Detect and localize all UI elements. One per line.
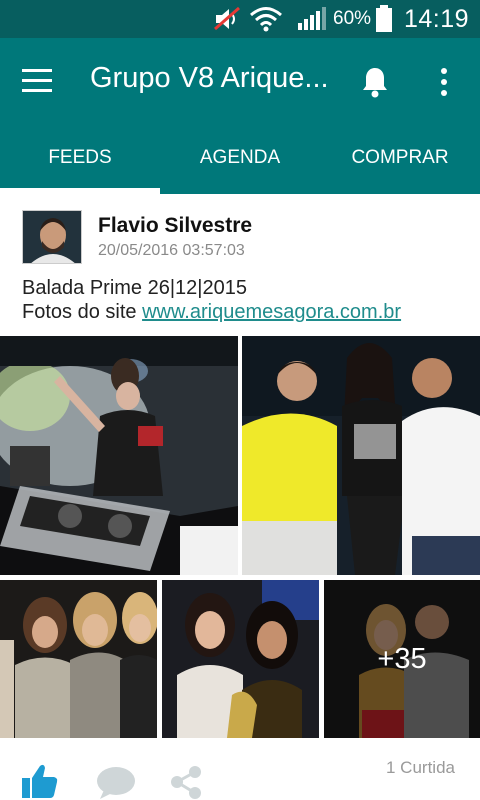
post-text: Balada Prime 26|12|2015 Fotos do site ww… — [22, 276, 472, 324]
share-icon[interactable] — [168, 764, 204, 800]
likes-count[interactable]: 1 Curtida — [386, 758, 455, 778]
photo-friends-group[interactable] — [0, 580, 157, 738]
author-name[interactable]: Flavio Silvestre — [98, 214, 252, 238]
tab-bar: FEEDS AGENDA COMPRAR — [0, 122, 480, 194]
post-title-line: Balada Prime 26|12|2015 — [22, 277, 247, 299]
tab-agenda[interactable]: AGENDA — [160, 122, 320, 194]
post-site-line: Fotos do site www.ariquemesagora.com.br — [22, 300, 472, 324]
overflow-menu-icon[interactable] — [432, 65, 456, 99]
photo-group-trio[interactable] — [242, 336, 480, 575]
photo-dj[interactable] — [0, 336, 238, 575]
post-date: 20/05/2016 03:57:03 — [98, 242, 245, 259]
comment-icon[interactable] — [96, 766, 136, 800]
battery-percent: 60% — [333, 8, 372, 29]
avatar[interactable] — [22, 210, 82, 264]
wifi-icon — [249, 0, 283, 38]
mute-icon — [213, 0, 243, 38]
tab-feeds[interactable]: FEEDS — [0, 122, 160, 194]
site-link[interactable]: www.ariquemesagora.com.br — [142, 301, 401, 323]
status-bar: 60% 14:19 — [0, 0, 480, 38]
page-title: Grupo V8 Arique... — [90, 62, 329, 94]
like-icon[interactable] — [20, 762, 60, 800]
signal-icon — [297, 0, 327, 38]
app-toolbar: Grupo V8 Arique... — [0, 38, 480, 122]
photo-couple-more[interactable]: +35 — [324, 580, 480, 738]
clock: 14:19 — [404, 4, 470, 33]
tab-comprar[interactable]: COMPRAR — [320, 122, 480, 194]
tab-indicator — [0, 188, 160, 194]
more-photos-overlay[interactable]: +35 — [324, 580, 480, 738]
photo-two-women[interactable] — [162, 580, 319, 738]
battery-icon — [375, 0, 393, 38]
site-prefix: Fotos do site — [22, 301, 143, 323]
menu-icon[interactable] — [22, 62, 62, 98]
bell-icon[interactable] — [360, 65, 390, 99]
